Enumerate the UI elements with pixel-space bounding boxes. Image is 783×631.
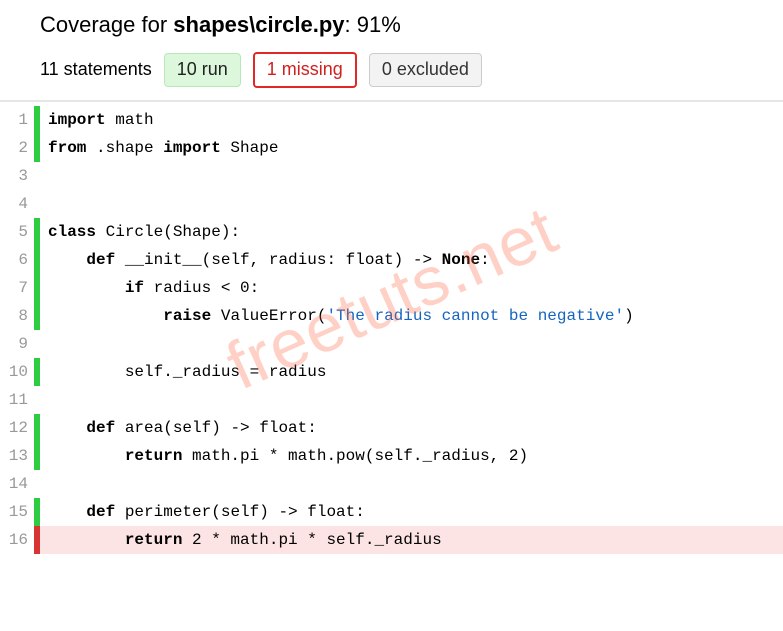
line-number: 4 [0, 190, 34, 218]
code-listing: 1import math2from .shape import Shape345… [0, 100, 783, 554]
code-text: self._radius = radius [40, 358, 783, 386]
code-line: 1import math [0, 106, 783, 134]
page-title: Coverage for shapes\circle.py: 91% [40, 12, 743, 38]
code-text: def __init__(self, radius: float) -> Non… [40, 246, 783, 274]
code-line: 6 def __init__(self, radius: float) -> N… [0, 246, 783, 274]
code-line: 11 [0, 386, 783, 414]
line-number: 7 [0, 274, 34, 302]
code-line: 2from .shape import Shape [0, 134, 783, 162]
code-line: 15 def perimeter(self) -> float: [0, 498, 783, 526]
missing-filter-button[interactable]: 1 missing [253, 52, 357, 88]
line-number: 5 [0, 218, 34, 246]
title-filename: shapes\circle.py [173, 12, 344, 37]
code-text: def area(self) -> float: [40, 414, 783, 442]
stats-row: 11 statements 10 run 1 missing 0 exclude… [40, 52, 743, 88]
code-line: 3 [0, 162, 783, 190]
code-line: 4 [0, 190, 783, 218]
code-text: class Circle(Shape): [40, 218, 783, 246]
code-text: return math.pi * math.pow(self._radius, … [40, 442, 783, 470]
code-line: 5class Circle(Shape): [0, 218, 783, 246]
code-text [40, 386, 783, 414]
code-text: from .shape import Shape [40, 134, 783, 162]
run-filter-button[interactable]: 10 run [164, 53, 241, 87]
code-line: 7 if radius < 0: [0, 274, 783, 302]
code-line: 16 return 2 * math.pi * self._radius [0, 526, 783, 554]
line-number: 10 [0, 358, 34, 386]
code-text: raise ValueError('The radius cannot be n… [40, 302, 783, 330]
code-text: def perimeter(self) -> float: [40, 498, 783, 526]
line-number: 6 [0, 246, 34, 274]
code-text [40, 190, 783, 218]
code-line: 13 return math.pi * math.pow(self._radiu… [0, 442, 783, 470]
line-number: 14 [0, 470, 34, 498]
line-number: 16 [0, 526, 34, 554]
line-number: 9 [0, 330, 34, 358]
line-number: 11 [0, 386, 34, 414]
line-number: 12 [0, 414, 34, 442]
code-text [40, 330, 783, 358]
code-line: 8 raise ValueError('The radius cannot be… [0, 302, 783, 330]
code-line: 12 def area(self) -> float: [0, 414, 783, 442]
code-line: 14 [0, 470, 783, 498]
code-text [40, 162, 783, 190]
excluded-filter-button[interactable]: 0 excluded [369, 53, 482, 87]
coverage-header: Coverage for shapes\circle.py: 91% 11 st… [0, 12, 783, 100]
code-text: if radius < 0: [40, 274, 783, 302]
line-number: 13 [0, 442, 34, 470]
line-number: 8 [0, 302, 34, 330]
code-line: 9 [0, 330, 783, 358]
line-number: 2 [0, 134, 34, 162]
code-text [40, 470, 783, 498]
code-line: 10 self._radius = radius [0, 358, 783, 386]
code-text: return 2 * math.pi * self._radius [40, 526, 783, 554]
statements-count: 11 statements [40, 59, 152, 80]
title-percent: : 91% [345, 12, 401, 37]
line-number: 1 [0, 106, 34, 134]
line-number: 15 [0, 498, 34, 526]
title-prefix: Coverage for [40, 12, 173, 37]
line-number: 3 [0, 162, 34, 190]
code-text: import math [40, 106, 783, 134]
